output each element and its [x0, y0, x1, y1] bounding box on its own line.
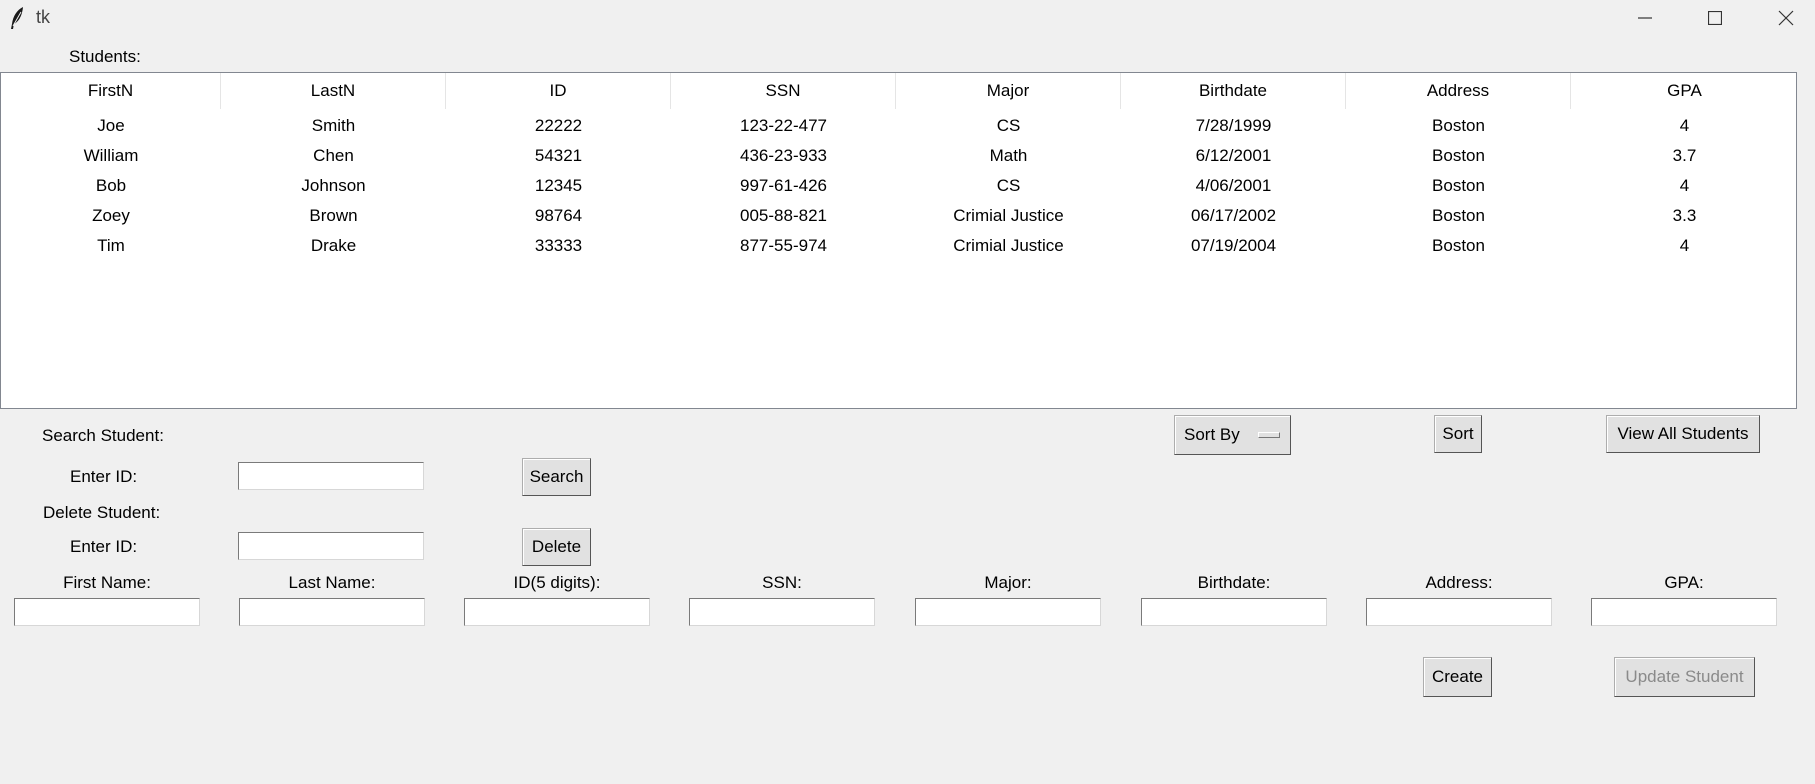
table-cell-address: Boston	[1432, 146, 1485, 165]
table-cell-address: Boston	[1432, 206, 1485, 225]
table-cell-lastn: Drake	[310, 236, 357, 255]
minimize-button[interactable]	[1609, 0, 1681, 36]
table-cell-birthdate: 06/17/2002	[1190, 206, 1277, 225]
ssn-input[interactable]	[689, 598, 875, 626]
close-button[interactable]	[1750, 0, 1815, 36]
table-row[interactable]: William Chen 54321 436-23-933 Math 6/12/2001 B…	[1, 141, 1796, 171]
table-cell-ssn: 877-55-974	[740, 236, 827, 255]
table-cell-id: 98764	[534, 206, 583, 225]
close-icon	[1778, 10, 1794, 26]
table-cell-firstn: Zoey	[92, 206, 130, 225]
search-button[interactable]: Search	[522, 458, 591, 496]
id-label: ID(5 digits):	[513, 573, 601, 592]
table-cell-ssn: 997-61-426	[740, 176, 827, 195]
table-cell-id: 12345	[534, 176, 583, 195]
table-cell-major: CS	[996, 116, 1021, 135]
birthdate-label: Birthdate:	[1197, 573, 1271, 592]
delete-button[interactable]: Delete	[522, 528, 591, 566]
table-cell-firstn: Bob	[95, 176, 127, 195]
table-cell-major: Crimial Justice	[953, 206, 1064, 225]
create-button[interactable]: Create	[1423, 657, 1492, 697]
table-cell-ssn: 436-23-933	[740, 146, 827, 165]
table-cell-gpa: 4	[1679, 116, 1690, 135]
table-cell-ssn: 123-22-477	[740, 116, 827, 135]
sort-by-menu[interactable]: Sort By	[1174, 415, 1291, 455]
table-cell-major: CS	[996, 176, 1021, 195]
minimize-icon	[1638, 17, 1652, 19]
table-cell-id: 54321	[534, 146, 583, 165]
sort-button[interactable]: Sort	[1434, 415, 1482, 453]
menu-indicator-icon	[1258, 432, 1280, 438]
students-table[interactable]: FirstN LastN ID SSN Major Birthdate Address GPA…	[0, 72, 1797, 409]
column-header-id[interactable]: ID	[446, 73, 671, 109]
address-label: Address:	[1425, 573, 1493, 592]
column-header-birthdate[interactable]: Birthdate	[1121, 73, 1346, 109]
table-cell-firstn: Tim	[97, 236, 125, 255]
last-name-input[interactable]	[239, 598, 425, 626]
table-cell-firstn: William	[83, 146, 139, 165]
table-cell-ssn: 005-88-821	[740, 206, 827, 225]
delete-id-input[interactable]	[238, 532, 424, 560]
gpa-label: GPA:	[1664, 573, 1704, 592]
feather-icon	[11, 7, 23, 29]
column-header-major[interactable]: Major	[896, 73, 1121, 109]
table-cell-birthdate: 6/12/2001	[1195, 146, 1272, 165]
sort-by-label: Sort By	[1184, 425, 1240, 444]
table-cell-birthdate: 07/19/2004	[1190, 236, 1277, 255]
first-name-label: First Name:	[63, 573, 151, 592]
table-header: FirstN LastN ID SSN Major Birthdate Address GPA	[1, 73, 1796, 109]
table-cell-id: 22222	[534, 116, 583, 135]
table-cell-address: Boston	[1432, 236, 1485, 255]
column-header-address[interactable]: Address	[1346, 73, 1571, 109]
table-cell-birthdate: 7/28/1999	[1195, 116, 1272, 135]
students-label: Students:	[69, 47, 141, 66]
table-cell-address: Boston	[1432, 176, 1485, 195]
table-row[interactable]: Bob Johnson 12345 997-61-426 CS 4/06/2001 Bost…	[1, 171, 1796, 201]
table-cell-gpa: 3.7	[1672, 146, 1697, 165]
table-cell-gpa: 3.3	[1672, 206, 1697, 225]
table-row[interactable]: Zoey Brown 98764 005-88-821 Crimial Justice 0…	[1, 201, 1796, 231]
column-header-firstn[interactable]: FirstN	[1, 73, 221, 109]
maximize-button[interactable]	[1679, 0, 1751, 36]
delete-enter-id-label: Enter ID:	[70, 537, 138, 556]
window-title: tk	[36, 7, 51, 27]
update-student-button[interactable]: Update Student	[1614, 657, 1755, 697]
first-name-input[interactable]	[14, 598, 200, 626]
birthdate-input[interactable]	[1141, 598, 1327, 626]
column-header-ssn[interactable]: SSN	[671, 73, 896, 109]
table-row[interactable]: Tim Drake 33333 877-55-974 Crimial Justice 07…	[1, 231, 1796, 261]
table-cell-id: 33333	[534, 236, 583, 255]
gpa-input[interactable]	[1591, 598, 1777, 626]
maximize-icon	[1708, 11, 1722, 25]
delete-student-label: Delete Student:	[43, 503, 161, 522]
table-cell-lastn: Chen	[313, 146, 354, 165]
major-input[interactable]	[915, 598, 1101, 626]
id-input[interactable]	[464, 598, 650, 626]
last-name-label: Last Name:	[288, 573, 376, 592]
search-enter-id-label: Enter ID:	[70, 467, 138, 486]
table-cell-lastn: Smith	[311, 116, 356, 135]
table-cell-gpa: 4	[1679, 236, 1690, 255]
table-cell-address: Boston	[1432, 116, 1485, 135]
table-cell-lastn: Brown	[309, 206, 358, 225]
table-row[interactable]: Joe Smith 22222 123-22-477 CS 7/28/1999 Boston…	[1, 111, 1796, 141]
major-label: Major:	[984, 573, 1032, 592]
search-student-label: Search Student:	[42, 426, 164, 445]
table-cell-gpa: 4	[1679, 176, 1690, 195]
ssn-label: SSN:	[762, 573, 802, 592]
table-cell-major: Crimial Justice	[953, 236, 1064, 255]
view-all-students-button[interactable]: View All Students	[1606, 415, 1760, 453]
address-input[interactable]	[1366, 598, 1552, 626]
table-cell-major: Math	[989, 146, 1028, 165]
title-bar: tk	[0, 0, 1815, 36]
table-cell-firstn: Joe	[97, 116, 125, 135]
table-cell-lastn: Johnson	[301, 176, 366, 195]
search-id-input[interactable]	[238, 462, 424, 490]
column-header-gpa[interactable]: GPA	[1571, 73, 1798, 109]
column-header-lastn[interactable]: LastN	[221, 73, 446, 109]
table-cell-birthdate: 4/06/2001	[1195, 176, 1272, 195]
